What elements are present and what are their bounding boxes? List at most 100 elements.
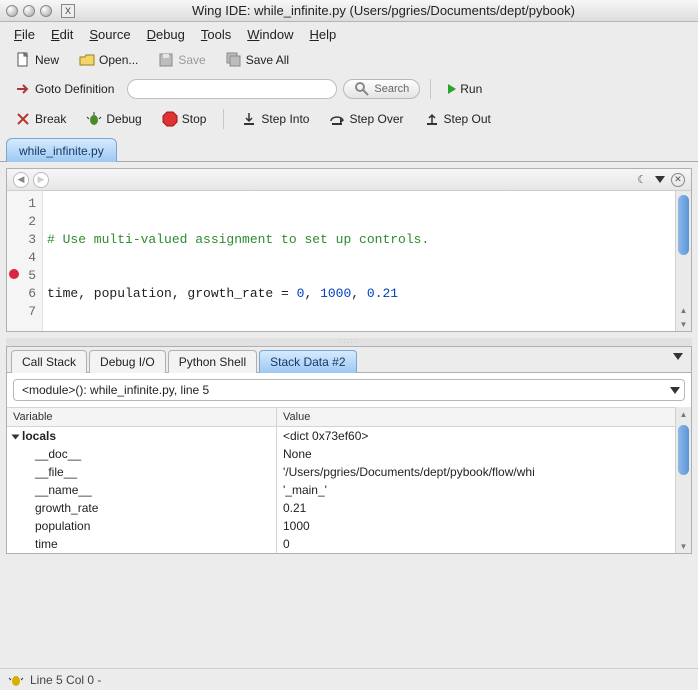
scroll-down-icon[interactable]: ▼ [676,317,691,331]
stop-label: Stop [182,112,207,126]
stop-button[interactable]: Stop [155,108,214,130]
toolbar-file: New Open... Save Save All [0,46,698,74]
break-button[interactable]: Break [8,108,73,130]
var-row[interactable]: population 1000 [7,517,675,535]
open-label: Open... [99,53,138,67]
var-row[interactable]: __doc__ None [7,445,675,463]
variables-table: Variable Value locals <dict 0x73ef60> __… [7,407,691,553]
zoom-window-icon[interactable] [40,5,52,17]
panel-menu-icon[interactable] [673,353,683,360]
chevron-down-icon [670,387,680,394]
nav-forward-icon[interactable]: ▶ [33,172,49,188]
var-row[interactable]: __name__ '_main_' [7,481,675,499]
stop-icon [162,111,178,127]
panel-scrollbar[interactable]: ▲ ▼ [675,407,691,553]
menu-debug[interactable]: Debug [141,25,191,44]
editor-menu-icon[interactable] [655,176,665,183]
editor-tab[interactable]: while_infinite.py [6,138,117,162]
var-value: 1000 [277,517,675,535]
var-row[interactable]: growth_rate 0.21 [7,499,675,517]
save-icon [158,52,174,68]
run-button[interactable]: Run [441,79,489,99]
close-window-icon[interactable] [6,5,18,17]
new-label: New [35,53,59,67]
new-file-icon [15,52,31,68]
search-input[interactable] [127,79,337,99]
code-text: time, population, growth_rate = [47,286,297,301]
menu-source[interactable]: Source [83,25,136,44]
gotodef-label: Goto Definition [35,82,114,96]
stepinto-label: Step Into [261,112,309,126]
disclosure-icon[interactable] [12,434,20,439]
header-variable[interactable]: Variable [7,408,277,426]
scroll-thumb[interactable] [678,425,689,475]
var-name: __name__ [7,481,277,499]
scroll-thumb[interactable] [678,195,689,255]
run-icon [448,84,456,94]
search-button[interactable]: Search [343,79,420,99]
gotodef-button[interactable]: Goto Definition [8,78,121,100]
var-row[interactable]: locals <dict 0x73ef60> [7,427,675,445]
scroll-up-icon[interactable]: ▲ [676,303,691,317]
minimize-window-icon[interactable] [23,5,35,17]
titlebar: X Wing IDE: while_infinite.py (Users/pgr… [0,0,698,22]
header-value[interactable]: Value [277,408,675,426]
toolbar-search: Goto Definition Search Run [0,74,698,104]
debug-panel: Call Stack Debug I/O Python Shell Stack … [6,346,692,554]
menu-tools[interactable]: Tools [195,25,237,44]
var-row[interactable]: time 0 [7,535,675,553]
stepinto-button[interactable]: Step Into [234,108,316,130]
save-button[interactable]: Save [151,49,212,71]
tab-stackdata[interactable]: Stack Data #2 [259,350,356,373]
editor-scrollbar[interactable]: ▲ ▼ [675,191,691,331]
scroll-up-icon[interactable]: ▲ [676,407,691,421]
frame-selector[interactable]: <module>(): while_infinite.py, line 5 [13,379,685,401]
menu-file[interactable]: File [8,25,41,44]
line-number: 3 [7,231,36,249]
step-over-icon [329,111,345,127]
stepout-button[interactable]: Step Out [417,108,498,130]
stepover-label: Step Over [349,112,403,126]
tab-callstack[interactable]: Call Stack [11,350,87,373]
nav-back-icon[interactable]: ◀ [13,172,29,188]
var-row[interactable]: __file__ '/Users/pgries/Documents/dept/p… [7,463,675,481]
new-button[interactable]: New [8,49,66,71]
close-panel-icon[interactable]: ✕ [671,173,685,187]
gutter: 1 2 3 4 5 6 7 [7,191,43,331]
editor-body[interactable]: 1 2 3 4 5 6 7 # Use multi-valued assignm… [7,191,691,331]
debug-label: Debug [106,112,141,126]
open-button[interactable]: Open... [72,49,145,71]
menu-window[interactable]: Window [241,25,299,44]
tab-debugio[interactable]: Debug I/O [89,350,166,373]
frame-label: <module>(): while_infinite.py, line 5 [22,383,209,397]
saveall-button[interactable]: Save All [219,49,296,71]
breakpoint-icon[interactable] [9,269,19,279]
statusbar: Line 5 Col 0 - [0,668,698,690]
var-name: __file__ [7,463,277,481]
menu-edit[interactable]: Edit [45,25,79,44]
code-text: 0.21 [367,286,398,301]
break-label: Break [35,112,66,126]
code-text: , [351,286,367,301]
separator [430,79,431,99]
line-number: 6 [7,285,36,303]
debug-button[interactable]: Debug [79,108,148,130]
line-number: 1 [7,195,36,213]
scroll-down-icon[interactable]: ▼ [676,539,691,553]
var-name: time [7,535,277,553]
stepout-label: Step Out [444,112,491,126]
code-area[interactable]: # Use multi-valued assignment to set up … [43,191,675,331]
bug-icon [86,111,102,127]
moon-icon[interactable]: ☾ [635,173,649,187]
run-label: Run [460,82,482,96]
editor: ◀ ▶ ☾ ✕ 1 2 3 4 5 6 7 # Use multi-valued… [6,168,692,332]
tab-pythonshell[interactable]: Python Shell [168,350,257,373]
window-menu-icon[interactable]: X [61,4,75,18]
break-icon [15,111,31,127]
var-value: '/Users/pgries/Documents/dept/pybook/flo… [277,463,675,481]
splitter[interactable]: ::::: [6,338,692,346]
stepover-button[interactable]: Step Over [322,108,410,130]
editor-tabstrip: while_infinite.py [0,134,698,162]
menu-help[interactable]: Help [304,25,343,44]
code-text: , [304,286,320,301]
